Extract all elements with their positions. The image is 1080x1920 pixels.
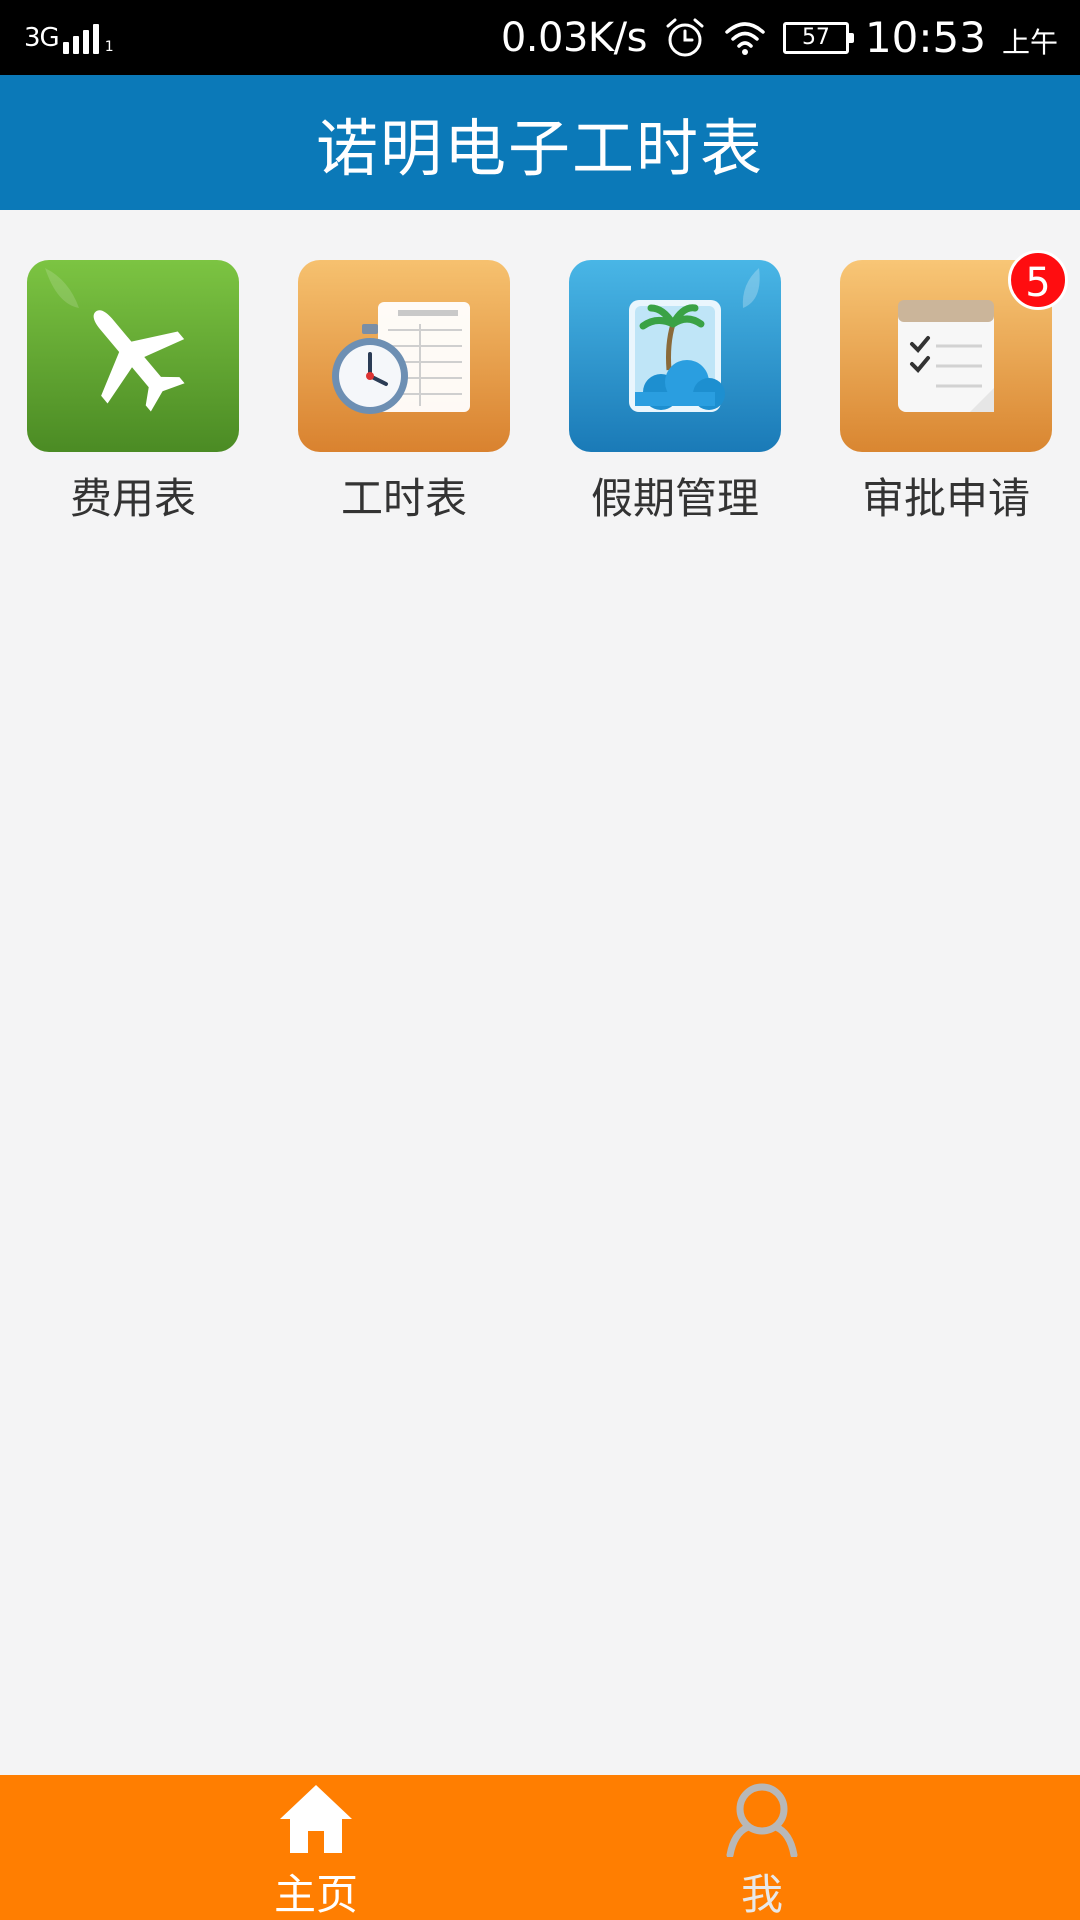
app-label: 费用表 [69, 474, 196, 523]
signal-indicator: 3G 1 [24, 18, 114, 58]
alarm-clock-icon [666, 18, 704, 56]
home-icon [280, 1785, 352, 1853]
network-type: 3G [24, 23, 60, 53]
wifi-icon [725, 21, 765, 55]
nav-me-tab[interactable]: 我 [662, 1775, 862, 1920]
timesheet-tile[interactable] [298, 260, 510, 452]
app-label: 审批申请 [861, 474, 1030, 523]
network-speed: 0.03K/s [500, 14, 648, 61]
palm-tree-beach-icon [629, 268, 760, 412]
nav-home-tab[interactable]: 主页 [216, 1775, 416, 1920]
nav-me-label: 我 [740, 1870, 783, 1919]
app-timesheet[interactable]: 工时表 [298, 260, 510, 523]
expense-tile[interactable] [27, 260, 239, 452]
sim-slot: 1 [104, 39, 114, 55]
vacation-tile[interactable] [569, 260, 781, 452]
battery-level: 57 [801, 25, 830, 50]
app-label: 工时表 [340, 474, 467, 523]
app-screen: 3G 1 0.03K/s 57 10:53 上午 诺明电子工时表 费用表 工时表… [0, 0, 1080, 1920]
user-profile-icon [726, 1783, 798, 1857]
app-label: 假期管理 [590, 474, 759, 523]
battery-icon: 57 [782, 21, 854, 54]
clock-ampm: 上午 [1001, 25, 1058, 59]
stopwatch-timesheet-icon [332, 302, 470, 414]
status-bar: 3G 1 0.03K/s 57 10:53 上午 [0, 0, 1080, 75]
signal-icon: 1 [62, 18, 114, 55]
notification-badge: 5 [1008, 250, 1068, 310]
nav-home-label: 主页 [273, 1870, 358, 1919]
app-vacation[interactable]: 假期管理 [569, 260, 781, 523]
clock-time: 10:53 [864, 13, 986, 62]
app-expense[interactable]: 费用表 [27, 260, 239, 523]
app-grid: 费用表 工时表 假期管理 5 审批申请 [0, 250, 1080, 523]
title-bar: 诺明电子工时表 [0, 75, 1080, 210]
bottom-navigation: 主页 我 [0, 1775, 1080, 1920]
app-approval[interactable]: 5 审批申请 [840, 250, 1068, 523]
page-title: 诺明电子工时表 [315, 111, 764, 185]
airplane-icon [45, 268, 185, 412]
